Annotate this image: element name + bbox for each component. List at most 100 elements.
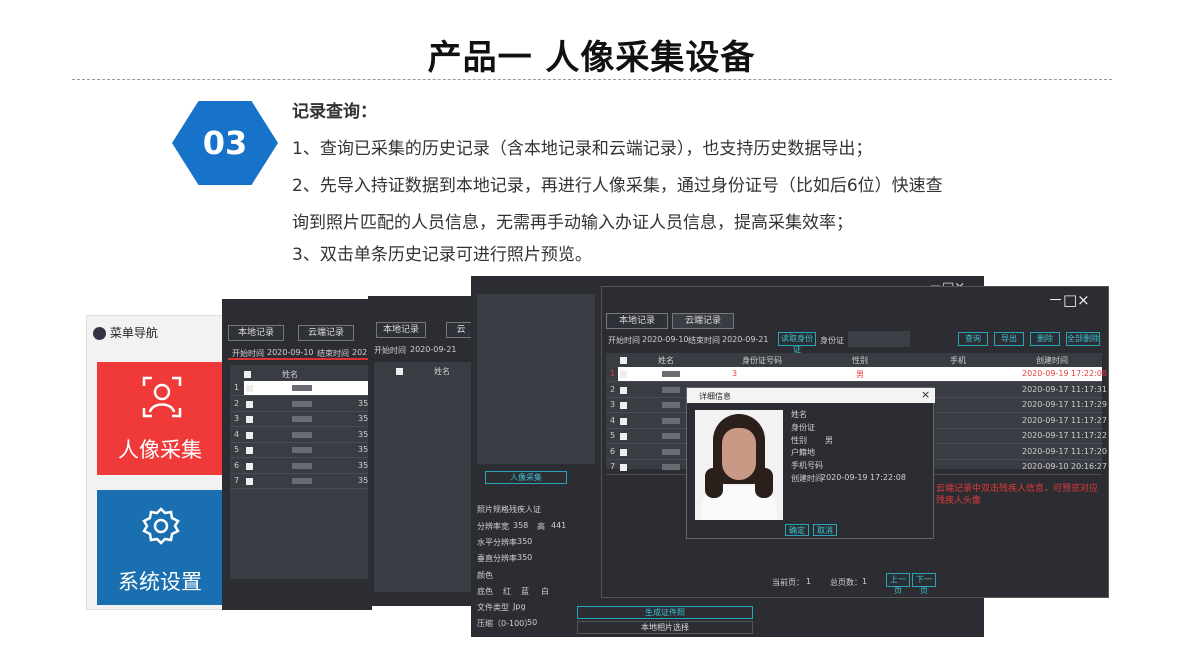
dialog-field-label: 身份证 [791, 422, 815, 432]
detail-dialog: 详细信息 × 姓名 身份证 性别 户籍地 手机号码 创建时间 男 2020-09-19 1… [686, 387, 935, 539]
table-row[interactable]: 7 350 [230, 474, 373, 489]
records-window-1: 本地记录 云端记录 开始时间 2020-09-10 结束时间 202 姓名 1 2… [222, 299, 373, 610]
table-row[interactable]: 1 [230, 381, 370, 396]
res-w-value[interactable]: 358 [513, 521, 528, 530]
dialog-ok-button[interactable]: 确定 [785, 524, 809, 536]
start-time-label: 开始时间 [374, 346, 406, 355]
col-name: 姓名 [282, 370, 298, 379]
end-time-value[interactable]: 202 [352, 348, 367, 357]
row-checkbox[interactable] [246, 400, 253, 408]
id-input[interactable] [848, 331, 910, 347]
filetype-select[interactable]: Jpg [513, 602, 526, 611]
created-value: 2020-09-19 17:22:08 [821, 473, 906, 482]
table-row[interactable]: 6 350 [230, 459, 373, 474]
start-time-label: 开始时间 [608, 336, 640, 345]
delete-all-button[interactable]: 全部删除 [1066, 332, 1100, 346]
bg-option-red[interactable]: 红 [503, 586, 511, 597]
desc-line-2: 2、先导入持证数据到本地记录，再进行人像采集，通过身份证号（比如后6位）快速查 [292, 176, 943, 196]
export-button[interactable]: 导出 [994, 332, 1024, 346]
spec-select[interactable]: 残疾人证 [509, 504, 541, 515]
tab-local[interactable]: 本地记录 [606, 313, 668, 329]
current-page-label: 当前页： [772, 578, 804, 587]
col-name: 姓名 [658, 356, 674, 365]
select-all-checkbox[interactable] [396, 368, 403, 375]
vres-label: 垂直分辨率 [477, 554, 517, 563]
masked-name [292, 447, 312, 453]
row-number: 3 [610, 400, 616, 409]
select-all-checkbox[interactable] [244, 371, 251, 378]
start-time-value[interactable]: 2020-09-21 [410, 345, 457, 354]
tab-local[interactable]: 本地记录 [228, 325, 284, 341]
menu-window: 菜单导航 人像采集 系统设置 [86, 315, 226, 610]
row-created: 2020-09-17 11:17:29 [1022, 400, 1107, 409]
delete-button[interactable]: 删除 [1030, 332, 1060, 346]
vres-value[interactable]: 350 [517, 553, 532, 562]
table-row[interactable]: 3 350 [230, 412, 373, 427]
table-row[interactable]: 5 350 [230, 443, 373, 458]
table-row[interactable]: 2 35 [230, 397, 370, 412]
dialog-cancel-button[interactable]: 取消 [813, 524, 837, 536]
capture-menu-label: 人像采集 [118, 438, 202, 462]
window-controls[interactable]: －□× [1048, 289, 1090, 310]
row-checkbox[interactable] [620, 371, 627, 378]
row-checkbox[interactable] [620, 464, 627, 471]
row-id: 3 [732, 369, 738, 378]
row-checkbox[interactable] [246, 385, 253, 392]
res-w-label: 分辨率宽 [477, 522, 509, 531]
row-checkbox[interactable] [620, 417, 627, 425]
tab-cloud[interactable]: 云端记录 [298, 325, 354, 341]
row-checkbox[interactable] [620, 386, 627, 394]
row-created: 2020-09-17 11:17:20 [1022, 446, 1107, 456]
select-all-checkbox[interactable] [620, 357, 627, 364]
start-time-value[interactable]: 2020-09-10 [642, 335, 689, 344]
row-number: 6 [610, 446, 616, 456]
masked-name [292, 478, 312, 484]
desc-line-3: 询到照片匹配的人员信息，无需再手动输入办证人员信息，提高采集效率； [292, 213, 853, 233]
row-created: 2020-09-17 11:17:27 [1022, 415, 1107, 425]
row-number: 3 [234, 414, 240, 423]
row-checkbox[interactable] [246, 431, 253, 439]
col-phone: 手机 [950, 356, 966, 365]
tab-cloud[interactable]: 云端记录 [672, 313, 734, 329]
section-heading: 记录查询： [292, 102, 377, 122]
dialog-close-icon[interactable]: × [921, 388, 930, 401]
bg-option-blue[interactable]: 蓝 [521, 586, 529, 597]
tab-local[interactable]: 本地记录 [376, 322, 426, 338]
total-pages-value: 1 [862, 577, 868, 586]
compress-value[interactable]: 50 [527, 618, 537, 627]
masked-name [662, 464, 680, 470]
row-checkbox[interactable] [246, 478, 253, 485]
prev-page-button[interactable]: 上一页 [886, 573, 910, 595]
sex-value[interactable]: 男 [825, 435, 833, 446]
row-checkbox[interactable] [246, 462, 253, 470]
portrait-hair-right [755, 468, 773, 498]
table-row[interactable]: 4 35 [230, 428, 370, 443]
records-window-2: 本地记录 云 开始时间 2020-09-21 姓名 [368, 296, 476, 606]
row-checkbox[interactable] [620, 433, 627, 440]
query-button[interactable]: 查询 [958, 332, 988, 346]
row-checkbox[interactable] [620, 448, 627, 456]
capture-button[interactable]: 人像采集 [485, 471, 567, 484]
table-row[interactable]: 1 3 男 2020-09-19 17:22:08 [606, 367, 1107, 382]
row-checkbox[interactable] [246, 447, 253, 454]
generate-id-photo-button[interactable]: 生成证件照 [577, 606, 753, 619]
end-time-value[interactable]: 2020-09-21 [722, 335, 769, 344]
row-number: 2 [234, 398, 240, 408]
masked-name [662, 386, 680, 393]
capture-menu-button[interactable]: 人像采集 [97, 362, 223, 475]
next-page-button[interactable]: 下一页 [912, 573, 936, 595]
portrait-hair-left [705, 468, 723, 498]
start-time-value[interactable]: 2020-09-10 [267, 348, 314, 357]
hres-value[interactable]: 350 [517, 537, 532, 546]
bg-option-white[interactable]: 白 [541, 586, 549, 597]
gear-icon [142, 507, 180, 545]
row-checkbox[interactable] [620, 402, 627, 409]
row-checkbox[interactable] [246, 416, 253, 423]
read-id-card-button[interactable]: 读取身份证 [778, 332, 816, 354]
cloud-records-window: －□× 本地记录 云端记录 开始时间 2020-09-10 结束时间 2020-… [601, 286, 1109, 598]
menu-header: 菜单导航 [93, 324, 158, 341]
settings-menu-button[interactable]: 系统设置 [97, 490, 223, 605]
row-number: 7 [610, 462, 616, 471]
res-h-value[interactable]: 441 [551, 521, 566, 530]
local-photo-button[interactable]: 本地相片选择 [577, 621, 753, 634]
